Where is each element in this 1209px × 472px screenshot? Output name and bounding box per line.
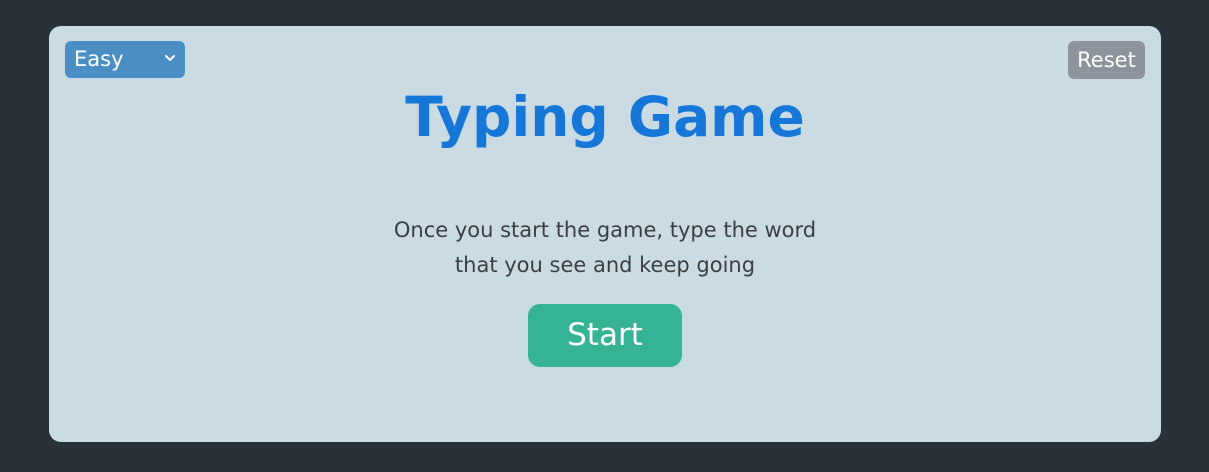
instructions-line-1: Once you start the game, type the word bbox=[393, 218, 817, 242]
reset-button[interactable]: Reset bbox=[1068, 41, 1145, 79]
instructions: Once you start the game, type the word t… bbox=[49, 213, 1161, 283]
instructions-line-2: that you see and keep going bbox=[454, 253, 756, 277]
start-button[interactable]: Start bbox=[528, 304, 682, 367]
page-title: Typing Game bbox=[405, 85, 805, 149]
difficulty-select[interactable]: Easy bbox=[65, 41, 185, 78]
chevron-down-icon bbox=[163, 41, 177, 78]
difficulty-selected-value: Easy bbox=[74, 47, 124, 71]
game-card: Easy Reset Typing Game Once you start th… bbox=[49, 26, 1161, 442]
